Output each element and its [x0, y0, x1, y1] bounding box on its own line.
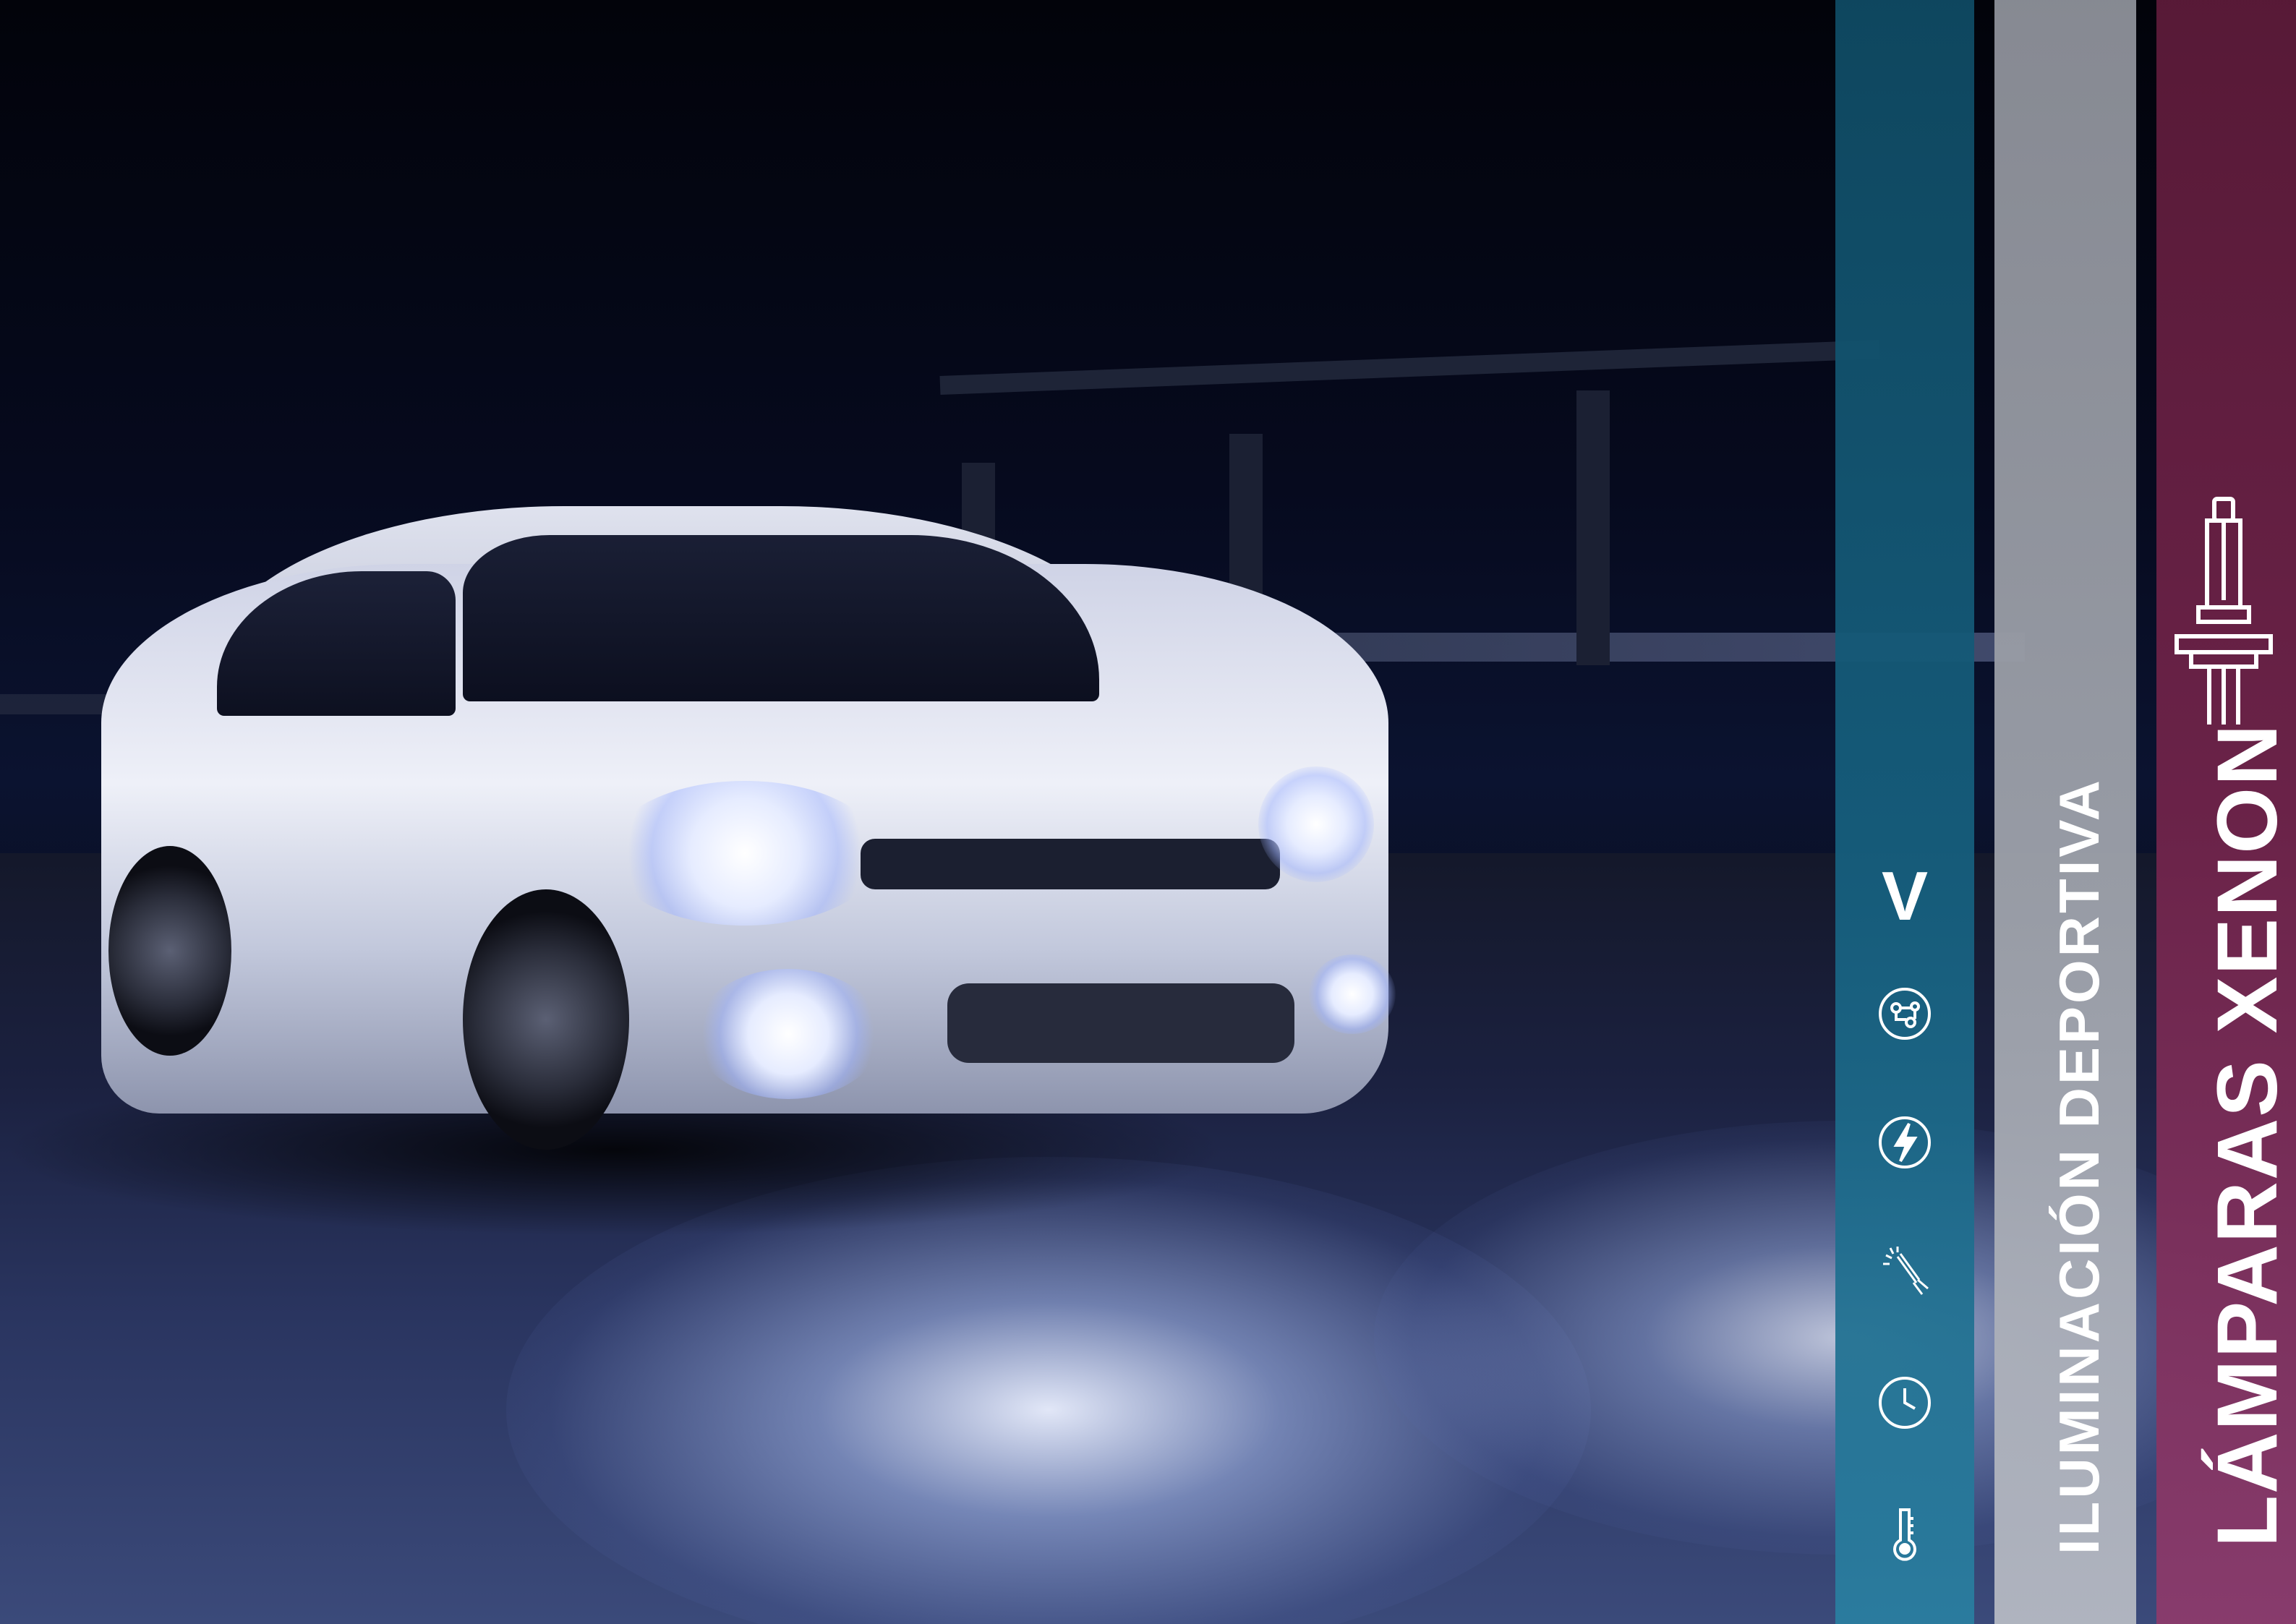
car-lower-grille: [947, 983, 1294, 1063]
xenon-bulb-icon: [2175, 497, 2273, 725]
car-windshield: [463, 535, 1099, 701]
bulb-spark-icon: [1876, 1242, 1934, 1300]
v-logo-icon: V: [1881, 858, 1929, 935]
headlight-left: [607, 781, 882, 926]
thermometer-icon: [1876, 1504, 1934, 1562]
car-grille: [861, 839, 1280, 889]
railing-post: [1576, 390, 1610, 665]
car-front-wheel: [463, 889, 629, 1150]
circuit-icon: [1876, 985, 1934, 1043]
title-vertical: LÁMPARAS XENON: [2200, 722, 2295, 1547]
headlight-right: [1258, 766, 1374, 882]
fog-light-right: [1309, 954, 1396, 1034]
subtitle-vertical: ILUMINACIÓN DEPORTIVA: [2047, 777, 2111, 1555]
clock-icon: [1876, 1374, 1934, 1432]
lightning-icon: [1876, 1114, 1934, 1171]
fog-light-left: [694, 969, 882, 1099]
car-rear-wheel: [108, 846, 231, 1056]
